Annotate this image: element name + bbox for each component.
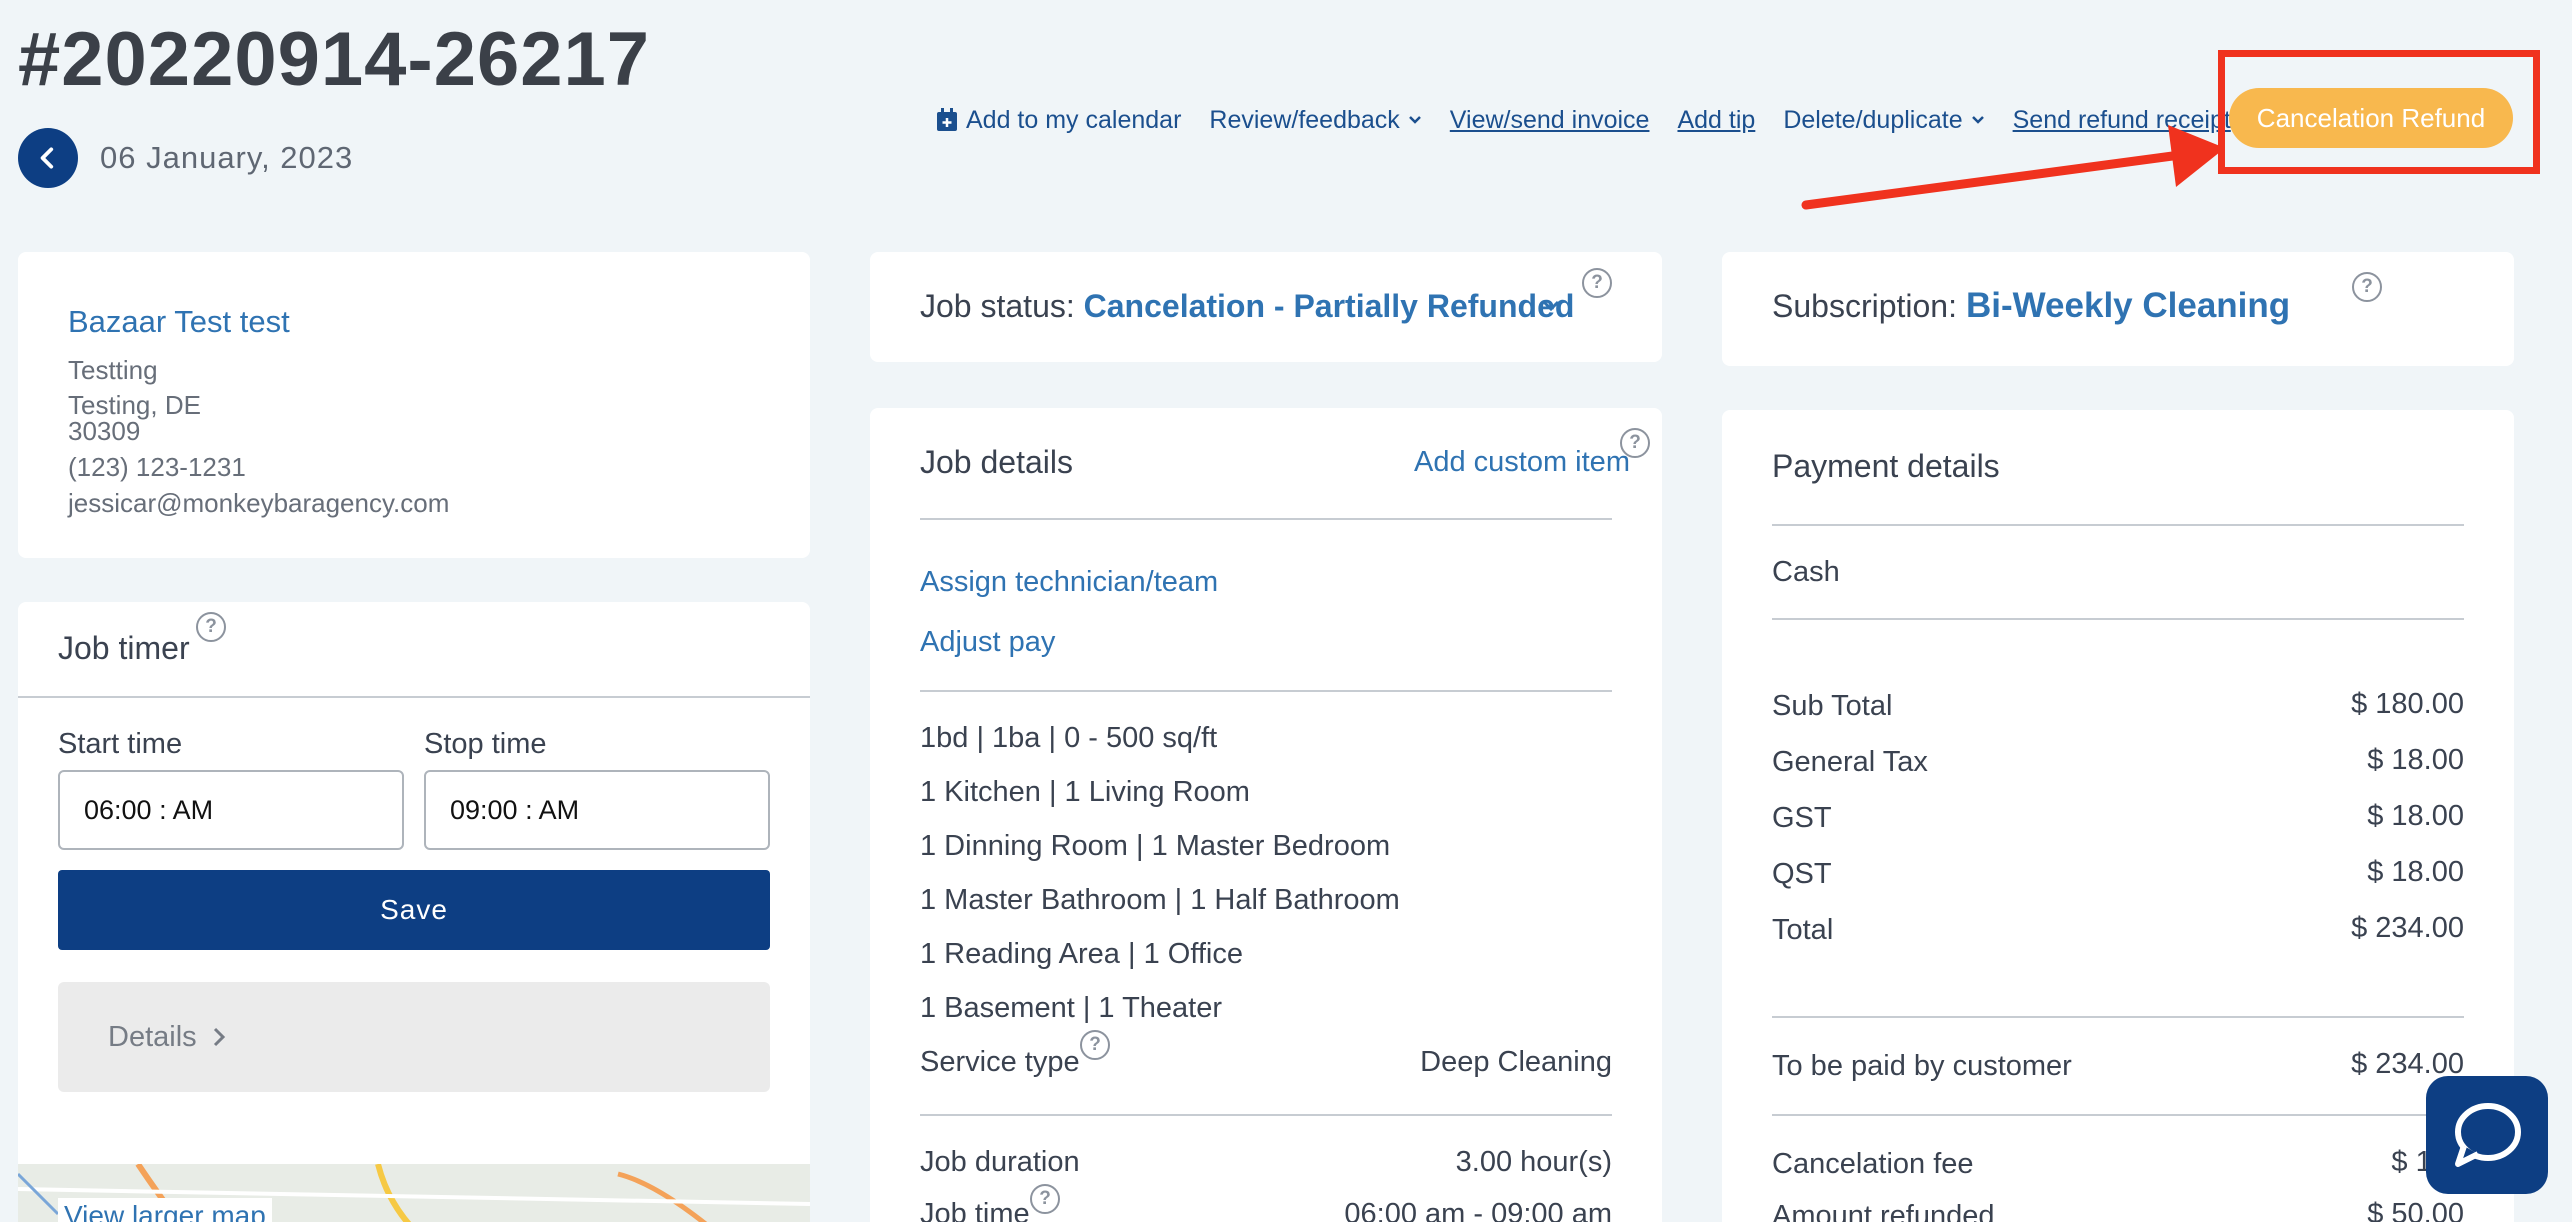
payment-divider [1772, 1114, 2464, 1116]
chat-bubble-icon [2455, 1103, 2521, 1167]
customer-phone: (123) 123-1231 [68, 452, 246, 482]
job-detail-line: 1 Kitchen | 1 Living Room [920, 776, 1250, 808]
customer-address-line1: Testting [68, 355, 158, 385]
general-tax-label: General Tax [1772, 746, 1928, 778]
payment-details-title: Payment details [1772, 448, 2000, 484]
details-expander[interactable]: Details [58, 982, 770, 1092]
job-details-title: Job details [920, 444, 1073, 480]
help-icon[interactable]: ? [1030, 1184, 1060, 1214]
job-detail-line: 1bd | 1ba | 0 - 500 sq/ft [920, 722, 1218, 754]
subscription-label: Subscription: [1772, 288, 1957, 324]
payment-method: Cash [1772, 556, 1840, 588]
chevron-left-icon [40, 147, 54, 169]
start-time-label: Start time [58, 728, 183, 760]
qst-value: $ 18.00 [2367, 856, 2464, 888]
start-time-input[interactable]: 06:00 : AM [58, 770, 404, 850]
add-custom-item-link[interactable]: Add custom item [1414, 446, 1630, 479]
assign-technician-link[interactable]: Assign technician/team [920, 566, 1218, 599]
help-icon[interactable]: ? [196, 612, 226, 642]
details-label: Details [108, 1020, 197, 1053]
job-detail-line: 1 Dinning Room | 1 Master Bedroom [920, 830, 1391, 862]
job-date: 06 January, 2023 [100, 140, 354, 175]
add-tip-link[interactable]: Add tip [1677, 106, 1755, 135]
subtotal-value: $ 180.00 [2351, 688, 2464, 720]
job-status-row: Job status: Cancelation - Partially Refu… [920, 288, 1574, 325]
total-label: Total [1772, 914, 1834, 946]
customer-email: jessicar@monkeybaragency.com [68, 488, 450, 518]
job-time-value: 06:00 am - 09:00 am [1344, 1198, 1612, 1222]
timer-divider [18, 696, 810, 698]
service-type-value: Deep Cleaning [1420, 1046, 1612, 1078]
chevron-down-icon [1408, 116, 1421, 124]
job-duration-value: 3.00 hour(s) [1455, 1146, 1612, 1178]
job-detail-line: 1 Master Bathroom | 1 Half Bathroom [920, 884, 1400, 916]
customer-zip: 30309 [68, 416, 141, 446]
gst-label: GST [1772, 802, 1832, 834]
customer-name-link[interactable]: Bazaar Test test [68, 304, 290, 340]
view-invoice-link[interactable]: View/send invoice [1450, 106, 1650, 135]
view-larger-map-link[interactable]: View larger map [58, 1198, 272, 1222]
job-status-label: Job status: [920, 288, 1075, 324]
stop-time-label: Stop time [424, 728, 547, 760]
chat-button[interactable] [2426, 1076, 2548, 1194]
to-be-paid-label: To be paid by customer [1772, 1050, 2072, 1082]
chevron-down-icon[interactable] [1542, 300, 1560, 312]
order-number: #20220914-26217 [18, 17, 651, 102]
help-icon[interactable]: ? [1620, 428, 1650, 458]
add-to-calendar-link[interactable]: Add to my calendar [936, 106, 1181, 135]
add-to-calendar-label: Add to my calendar [966, 105, 1182, 134]
stop-time-input[interactable]: 09:00 : AM [424, 770, 770, 850]
gst-value: $ 18.00 [2367, 800, 2464, 832]
annotation-arrow [1801, 125, 2225, 210]
subscription-value[interactable]: Bi-Weekly Cleaning [1966, 286, 2290, 326]
job-details-divider [920, 518, 1612, 520]
back-button[interactable] [18, 128, 78, 188]
job-time-label: Job time [920, 1198, 1030, 1222]
amount-refunded-label: Amount refunded [1772, 1200, 1995, 1222]
job-detail-line: 1 Basement | 1 Theater [920, 992, 1223, 1024]
general-tax-value: $ 18.00 [2367, 744, 2464, 776]
job-duration-label: Job duration [920, 1146, 1080, 1178]
review-feedback-dropdown[interactable]: Review/feedback [1209, 106, 1421, 135]
payment-divider [1772, 1016, 2464, 1018]
review-feedback-label: Review/feedback [1209, 105, 1400, 134]
service-type-label: Service type [920, 1046, 1080, 1078]
payment-divider [1772, 618, 2464, 620]
total-value: $ 234.00 [2351, 912, 2464, 944]
adjust-pay-link[interactable]: Adjust pay [920, 626, 1055, 659]
save-button[interactable]: Save [58, 870, 770, 950]
job-status-value[interactable]: Cancelation - Partially Refunded [1084, 288, 1575, 324]
help-icon[interactable]: ? [2352, 272, 2382, 302]
annotation-highlight-box [2218, 50, 2540, 174]
job-details-card [870, 408, 1662, 1222]
job-timer-title: Job timer [58, 630, 190, 666]
help-icon[interactable]: ? [1582, 268, 1612, 298]
job-details-divider [920, 1114, 1612, 1116]
qst-label: QST [1772, 858, 1832, 890]
customer-address-line2: Testing, DE [68, 390, 201, 420]
chevron-right-icon [213, 1027, 225, 1047]
job-details-divider [920, 690, 1612, 692]
job-detail-line: 1 Reading Area | 1 Office [920, 938, 1243, 970]
payment-divider [1772, 524, 2464, 526]
calendar-icon [937, 108, 957, 131]
cancelation-fee-label: Cancelation fee [1772, 1148, 1974, 1180]
amount-refunded-value: $ 50.00 [2367, 1198, 2464, 1222]
subtotal-label: Sub Total [1772, 690, 1893, 722]
help-icon[interactable]: ? [1080, 1030, 1110, 1060]
